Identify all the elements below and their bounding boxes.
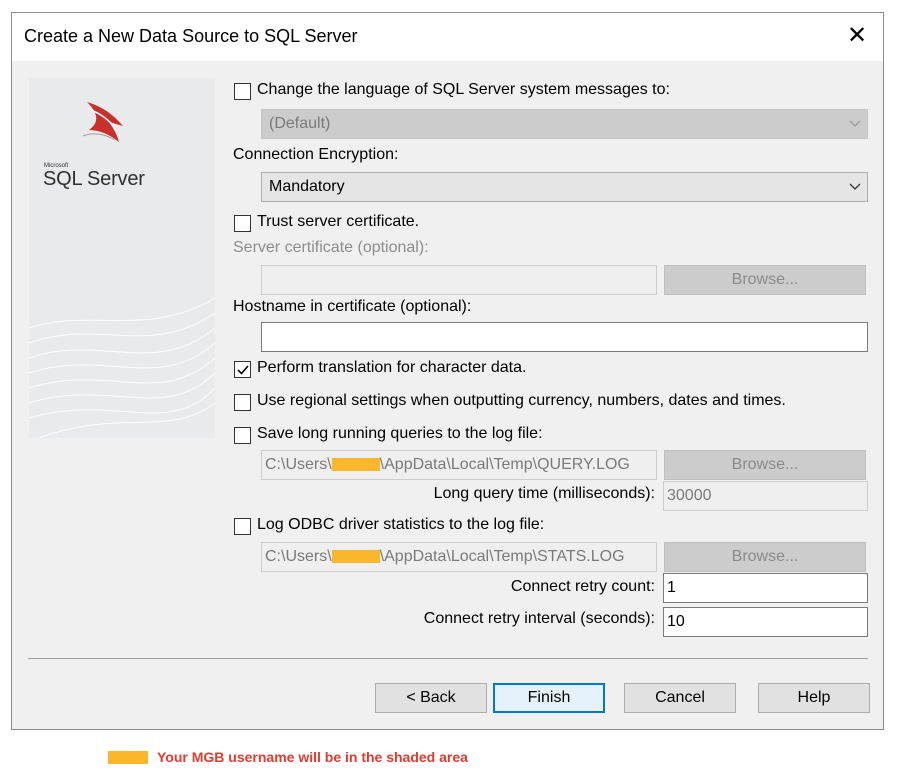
language-checkbox[interactable] [234, 83, 251, 100]
retry-count-value: 1 [667, 579, 676, 596]
hostname-input[interactable] [261, 322, 868, 352]
help-button[interactable]: Help [758, 683, 870, 713]
username-shaded-area [331, 458, 380, 471]
retry-count-input[interactable]: 1 [663, 573, 868, 603]
dialog-window: Create a New Data Source to SQL Server ✕… [11, 12, 884, 730]
server-certificate-browse-button[interactable]: Browse... [664, 265, 866, 295]
username-shaded-area [331, 550, 380, 563]
sql-server-logo-icon [82, 102, 123, 142]
long-queries-path-input[interactable]: C:\Users\ \AppData\Local\Temp\QUERY.LOG [261, 450, 657, 480]
odbc-stats-path-value: C:\Users\ \AppData\Local\Temp\STATS.LOG [265, 548, 654, 566]
long-queries-path-value: C:\Users\ \AppData\Local\Temp\QUERY.LOG [265, 456, 654, 474]
retry-interval-label: Connect retry interval (seconds): [423, 610, 655, 627]
regional-settings-label: Use regional settings when outputting cu… [257, 392, 786, 409]
sql-server-wordmark: SQL Server [43, 168, 145, 190]
odbc-stats-label: Log ODBC driver statistics to the log fi… [257, 516, 545, 533]
close-icon[interactable]: ✕ [839, 19, 875, 53]
encryption-select-value: Mandatory [269, 178, 345, 195]
retry-interval-value: 10 [667, 613, 685, 630]
trust-certificate-label: Trust server certificate. [257, 213, 420, 230]
legend-swatch [108, 751, 148, 764]
long-queries-browse-button[interactable]: Browse... [664, 450, 866, 480]
odbc-stats-checkbox[interactable] [234, 518, 251, 535]
path-suffix: \AppData\Local\Temp\STATS.LOG [379, 548, 625, 565]
title-bar: Create a New Data Source to SQL Server ✕ [12, 13, 883, 61]
hostname-label: Hostname in certificate (optional): [233, 298, 472, 315]
long-query-time-input[interactable]: 30000 [663, 481, 868, 511]
language-select-value: (Default) [269, 115, 331, 132]
checkmark-icon [237, 365, 249, 375]
regional-settings-checkbox[interactable] [234, 394, 251, 411]
path-suffix: \AppData\Local\Temp\QUERY.LOG [379, 456, 630, 473]
window-title: Create a New Data Source to SQL Server [24, 26, 358, 46]
odbc-stats-path-input[interactable]: C:\Users\ \AppData\Local\Temp\STATS.LOG [261, 542, 657, 572]
odbc-stats-browse-button[interactable]: Browse... [664, 542, 866, 572]
legend-note: Your MGB username will be in the shaded … [157, 749, 468, 765]
finish-button[interactable]: Finish [493, 683, 605, 713]
server-certificate-input[interactable] [261, 265, 657, 295]
language-checkbox-label: Change the language of SQL Server system… [257, 81, 670, 98]
retry-interval-input[interactable]: 10 [663, 607, 868, 637]
trust-certificate-checkbox[interactable] [234, 215, 251, 232]
chevron-down-icon [849, 183, 861, 190]
chevron-down-icon [849, 120, 861, 127]
path-prefix: C:\Users\ [265, 548, 332, 565]
long-query-time-label: Long query time (milliseconds): [433, 485, 655, 502]
separator [28, 658, 868, 659]
encryption-label: Connection Encryption: [233, 146, 399, 163]
encryption-select[interactable]: Mandatory [261, 172, 868, 202]
long-query-time-value: 30000 [667, 487, 712, 504]
long-queries-label: Save long running queries to the log fil… [257, 425, 543, 442]
path-prefix: C:\Users\ [265, 456, 332, 473]
retry-count-label: Connect retry count: [510, 578, 655, 595]
language-select[interactable]: (Default) [261, 109, 868, 139]
cancel-button[interactable]: Cancel [624, 683, 736, 713]
server-certificate-label: Server certificate (optional): [233, 239, 429, 256]
sql-server-banner: Microsoft SQL Server [29, 78, 215, 438]
back-button[interactable]: < Back [375, 683, 487, 713]
translation-checkbox[interactable] [234, 361, 251, 378]
long-queries-checkbox[interactable] [234, 427, 251, 444]
translation-label: Perform translation for character data. [257, 359, 527, 376]
